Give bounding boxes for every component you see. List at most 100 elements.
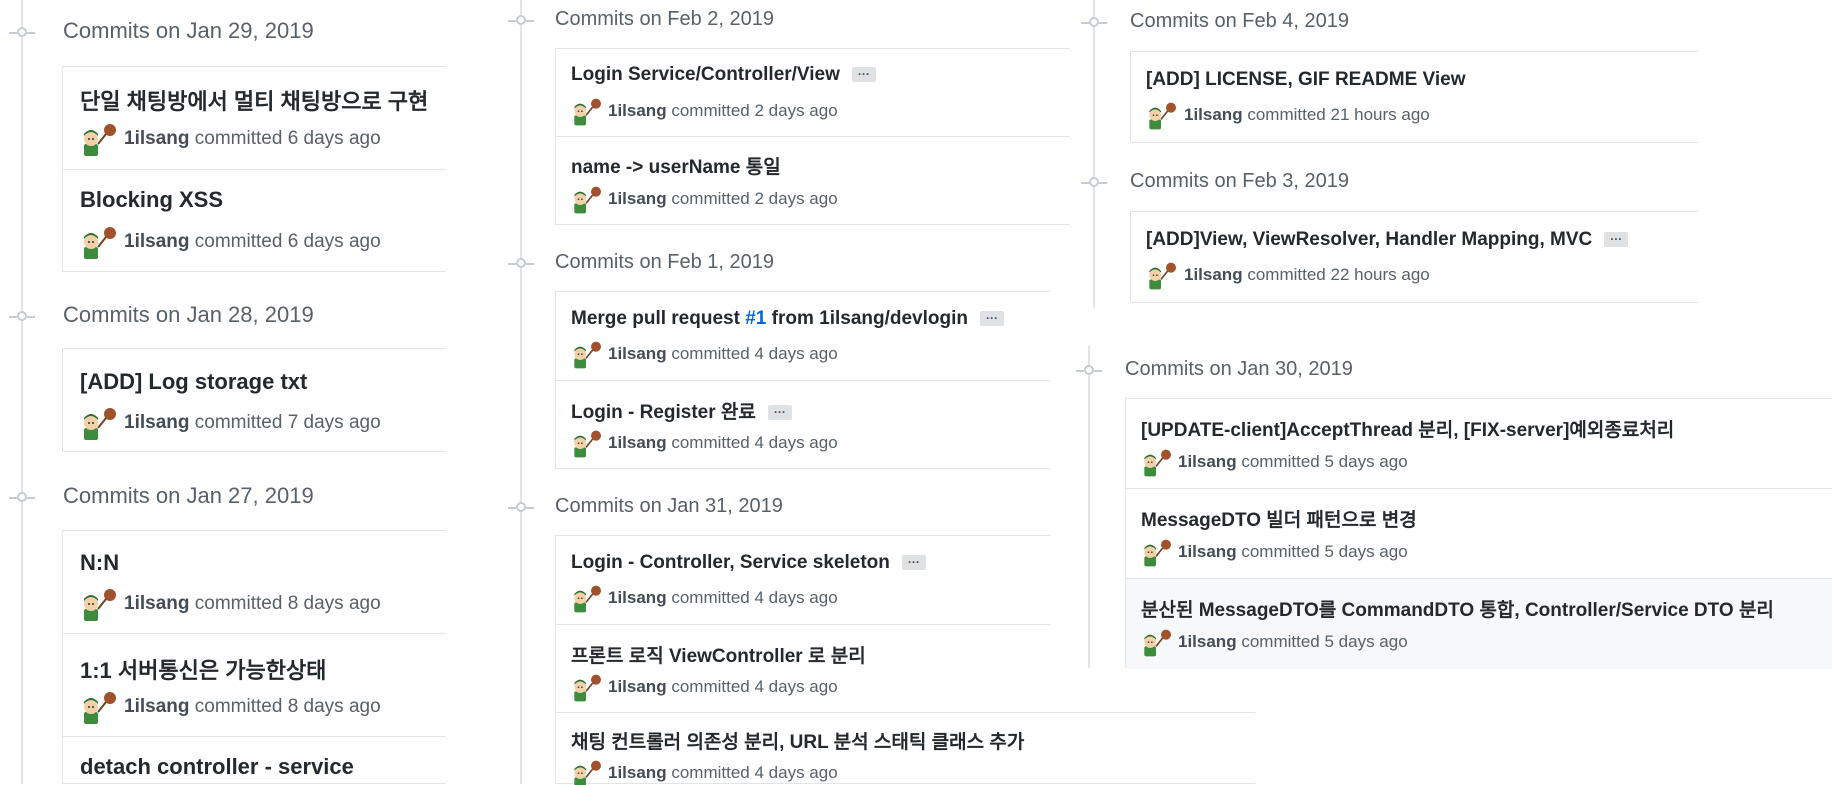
timeline-node-icon <box>9 27 35 37</box>
commit-item[interactable]: 단일 채팅방에서 멀티 채팅방으로 구현 1ilsang committed 6… <box>63 67 446 170</box>
commit-message-text[interactable]: Login Service/Controller/View <box>571 64 840 85</box>
commit-author-link[interactable]: 1ilsang <box>1184 105 1243 124</box>
commit-item[interactable]: Blocking XSS 1ilsang committed 6 days ag… <box>63 170 446 273</box>
commit-author-link[interactable]: 1ilsang <box>608 677 667 696</box>
avatar-icon[interactable] <box>1141 538 1171 568</box>
committed-label: committed <box>671 101 750 120</box>
commit-message-link[interactable]: MessageDTO 빌더 패턴으로 변경 <box>1141 505 1417 532</box>
expand-ellipsis-button[interactable]: ··· <box>980 311 1004 327</box>
commit-message-text[interactable]: [ADD]View, ViewResolver, Handler Mapping… <box>1146 229 1592 250</box>
commit-item[interactable]: 프론트 로직 ViewController 로 분리 1ilsang commi… <box>556 625 1051 713</box>
avatar-icon[interactable] <box>80 587 116 623</box>
commit-message-link[interactable]: [UPDATE-client]AcceptThread 분리, [FIX-ser… <box>1141 415 1674 442</box>
avatar-icon[interactable] <box>571 97 601 127</box>
committed-label: committed <box>1241 452 1320 471</box>
commit-message-link[interactable]: name -> userName 통일 <box>571 152 781 179</box>
commit-message-link[interactable]: detach controller - service <box>80 754 354 780</box>
commit-author-link[interactable]: 1ilsang <box>608 101 667 120</box>
commit-meta: 1ilsang committed 7 days ago <box>124 412 381 434</box>
commit-message-link[interactable]: Login Service/Controller/View ··· <box>571 64 876 86</box>
committed-label: committed <box>1241 542 1320 561</box>
avatar-icon[interactable] <box>80 225 116 261</box>
avatar-icon[interactable] <box>571 673 601 703</box>
commit-message-link[interactable]: Blocking XSS <box>80 187 223 213</box>
expand-ellipsis-button[interactable]: ··· <box>901 555 926 571</box>
commit-meta: 1ilsang committed 4 days ago <box>608 588 838 608</box>
commit-author-link[interactable]: 1ilsang <box>124 231 189 252</box>
commit-author-link[interactable]: 1ilsang <box>608 189 667 208</box>
avatar-icon[interactable] <box>1141 628 1171 658</box>
avatar-icon[interactable] <box>80 406 116 442</box>
commit-author-link[interactable]: 1ilsang <box>124 593 189 614</box>
commit-item[interactable]: Login - Register 완료 ··· 1ilsang committed… <box>556 381 1051 470</box>
commit-meta: 1ilsang committed 8 days ago <box>124 696 381 718</box>
commit-message-link[interactable]: Login - Register 완료 ··· <box>571 397 792 424</box>
commit-time: 5 days ago <box>1324 452 1408 471</box>
commit-message-text[interactable]: from 1ilsang/devlogin <box>766 308 968 329</box>
commit-author-link[interactable]: 1ilsang <box>1184 265 1243 284</box>
commit-item[interactable]: Login - Controller, Service skeleton ··· … <box>556 536 1051 625</box>
avatar-icon[interactable] <box>80 122 116 158</box>
avatar-icon[interactable] <box>1141 448 1171 478</box>
commit-message-text[interactable]: Login - Controller, Service skeleton <box>571 552 890 573</box>
group-date-title: Commits on Feb 3, 2019 <box>1130 170 1349 192</box>
avatar-icon[interactable] <box>571 584 601 614</box>
commit-item[interactable]: N:N 1ilsang committed 8 days ago <box>63 531 446 634</box>
expand-ellipsis-button[interactable]: ··· <box>767 405 792 421</box>
commit-message-link[interactable]: Login - Controller, Service skeleton ··· <box>571 552 926 574</box>
commit-message-link[interactable]: [ADD]View, ViewResolver, Handler Mapping… <box>1146 229 1629 251</box>
avatar-icon[interactable] <box>80 690 116 726</box>
avatar-icon[interactable] <box>571 185 601 215</box>
commit-author-link[interactable]: 1ilsang <box>608 763 667 782</box>
commit-item[interactable]: name -> userName 통일 1ilsang committed 2 … <box>556 137 1070 225</box>
commit-message-link[interactable]: 프론트 로직 ViewController 로 분리 <box>571 641 866 668</box>
commit-meta: 1ilsang committed 2 days ago <box>608 189 838 209</box>
timeline-node-icon <box>9 311 35 321</box>
expand-ellipsis-button[interactable]: ··· <box>851 67 876 83</box>
commit-message-link[interactable]: 1:1 서버통신은 가능한상태 <box>80 653 326 685</box>
avatar-icon[interactable] <box>571 340 601 370</box>
commit-author-link[interactable]: 1ilsang <box>124 696 189 717</box>
commit-message-text[interactable]: Merge pull request <box>571 308 745 329</box>
commit-message-text[interactable]: Login - Register 완료 <box>571 402 756 423</box>
commit-time: 8 days ago <box>287 696 381 717</box>
commit-item[interactable]: Login Service/Controller/View ··· 1ilsang… <box>556 49 1070 137</box>
avatar-icon[interactable] <box>571 759 601 785</box>
commit-message-link[interactable]: 단일 채팅방에서 멀티 채팅방으로 구현 <box>80 84 428 116</box>
commit-message-link[interactable]: Merge pull request #1 from 1ilsang/devlo… <box>571 308 1004 330</box>
commit-item[interactable]: detach controller - service <box>63 737 446 785</box>
expand-ellipsis-button[interactable]: ··· <box>1604 232 1629 248</box>
commit-item[interactable]: MessageDTO 빌더 패턴으로 변경 1ilsang committed … <box>1126 489 1832 579</box>
commit-message-link[interactable]: 채팅 컨트롤러 의존성 분리, URL 분석 스태틱 클래스 추가 <box>571 727 1024 754</box>
commit-item[interactable]: [ADD] LICENSE, GIF README View 1ilsang c… <box>1131 52 1699 143</box>
commit-author-link[interactable]: 1ilsang <box>1178 452 1237 471</box>
avatar-icon[interactable] <box>571 429 601 459</box>
avatar-icon[interactable] <box>1146 101 1176 131</box>
commit-message-link[interactable]: [ADD] Log storage txt <box>80 369 307 395</box>
commit-time: 5 days ago <box>1324 632 1408 651</box>
commit-item[interactable]: Merge pull request #1 from 1ilsang/devlo… <box>556 292 1051 381</box>
commit-time: 4 days ago <box>754 677 838 696</box>
commit-item[interactable]: [ADD]View, ViewResolver, Handler Mapping… <box>1131 212 1699 303</box>
commit-item[interactable]: [UPDATE-client]AcceptThread 분리, [FIX-ser… <box>1126 399 1832 489</box>
commit-author-link[interactable]: 1ilsang <box>608 344 667 363</box>
issue-link[interactable]: #1 <box>745 308 766 329</box>
commit-message-link[interactable]: [ADD] LICENSE, GIF README View <box>1146 69 1466 91</box>
commit-item[interactable]: 분산된 MessageDTO를 CommandDTO 통합, Controlle… <box>1126 579 1832 669</box>
commit-item[interactable]: 채팅 컨트롤러 의존성 분리, URL 분석 스태틱 클래스 추가 1ilsan… <box>556 713 1255 785</box>
commit-message-link[interactable]: 분산된 MessageDTO를 CommandDTO 통합, Controlle… <box>1141 595 1774 622</box>
commit-author-link[interactable]: 1ilsang <box>1178 632 1237 651</box>
commit-item[interactable]: [ADD] Log storage txt 1ilsang committed … <box>63 349 446 452</box>
group-date-title: Commits on Feb 4, 2019 <box>1130 10 1349 32</box>
committed-label: committed <box>671 763 750 782</box>
commit-message-link[interactable]: N:N <box>80 550 119 576</box>
avatar-icon[interactable] <box>1146 261 1176 291</box>
commit-author-link[interactable]: 1ilsang <box>608 588 667 607</box>
group-date-title: Commits on Jan 27, 2019 <box>63 483 314 508</box>
commit-author-link[interactable]: 1ilsang <box>608 433 667 452</box>
commit-author-link[interactable]: 1ilsang <box>1178 542 1237 561</box>
commit-item[interactable]: 1:1 서버통신은 가능한상태 1ilsang committed 8 days… <box>63 634 446 737</box>
commit-time: 6 days ago <box>287 231 381 252</box>
commit-author-link[interactable]: 1ilsang <box>124 128 189 149</box>
commit-author-link[interactable]: 1ilsang <box>124 412 189 433</box>
